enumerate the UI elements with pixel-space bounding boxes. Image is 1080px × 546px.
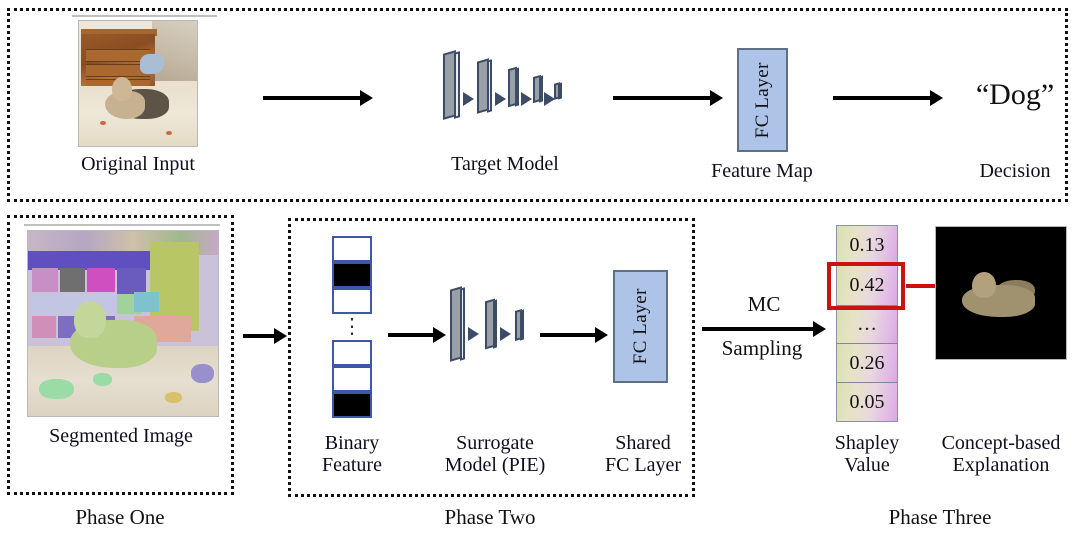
arrow-model-to-featuremap bbox=[613, 96, 711, 100]
feature-map-caption: Feature Map bbox=[711, 160, 813, 182]
original-input-caption: Original Input bbox=[81, 153, 195, 175]
shared-fc-label: FC Layer bbox=[629, 288, 651, 365]
feature-map-fc-label: FC Layer bbox=[751, 61, 773, 139]
shapley-cell: 0.13 bbox=[837, 226, 897, 266]
shapley-caption: Shapley Value bbox=[834, 432, 900, 477]
shapley-cell: … bbox=[837, 306, 897, 344]
shapley-cell: 0.26 bbox=[837, 344, 897, 383]
shared-fc-box: FC Layer bbox=[613, 270, 668, 383]
mc-sampling-label-bottom: Sampling bbox=[721, 336, 803, 360]
arrow-mc-sampling bbox=[702, 327, 814, 331]
segmented-image-rule bbox=[24, 224, 220, 226]
decision-caption: Decision bbox=[979, 160, 1051, 182]
concept-explanation-image bbox=[935, 226, 1067, 360]
shapley-value-column: 0.13 0.42 … 0.26 0.05 bbox=[836, 225, 898, 422]
arrow-featuremap-to-decision bbox=[833, 96, 931, 100]
phase-two-label: Phase Two bbox=[444, 505, 536, 529]
original-input-image bbox=[78, 20, 198, 147]
binary-cell bbox=[332, 236, 372, 262]
arrow-binary-to-surrogate bbox=[388, 333, 434, 337]
binary-cell bbox=[332, 340, 372, 366]
arrow-phase1-to-phase2 bbox=[243, 334, 275, 338]
binary-feature-ellipsis: ⋮ bbox=[341, 314, 363, 338]
target-model-caption: Target Model bbox=[451, 153, 559, 175]
segmented-image-caption: Segmented Image bbox=[49, 425, 193, 447]
binary-cell bbox=[332, 392, 372, 418]
mc-sampling-label-top: MC bbox=[747, 292, 781, 316]
binary-feature-column: ⋮ bbox=[332, 236, 372, 418]
shared-fc-caption: Shared FC Layer bbox=[604, 432, 682, 477]
figure-canvas: Original Input Target Model FC Layer Fea… bbox=[0, 0, 1080, 546]
shapley-cell: 0.05 bbox=[837, 383, 897, 421]
arrow-shapley-to-explanation bbox=[906, 284, 938, 288]
shapley-highlight-box bbox=[827, 262, 905, 310]
concept-explanation-caption: Concept-based Explanation bbox=[941, 432, 1061, 477]
phase-one-label: Phase One bbox=[75, 505, 165, 529]
decision-value: “Dog” bbox=[975, 78, 1055, 111]
binary-cell bbox=[332, 366, 372, 392]
surrogate-model-caption: Surrogate Model (PIE) bbox=[444, 432, 546, 477]
feature-map-fc-box: FC Layer bbox=[737, 48, 788, 152]
arrow-surrogate-to-sharedfc bbox=[540, 333, 596, 337]
phase-three-label: Phase Three bbox=[888, 505, 992, 529]
binary-cell bbox=[332, 288, 372, 314]
segmented-image bbox=[27, 230, 219, 417]
binary-feature-caption: Binary Feature bbox=[322, 432, 382, 477]
original-input-rule bbox=[72, 15, 217, 17]
arrow-input-to-model bbox=[263, 96, 361, 100]
binary-cell bbox=[332, 262, 372, 288]
